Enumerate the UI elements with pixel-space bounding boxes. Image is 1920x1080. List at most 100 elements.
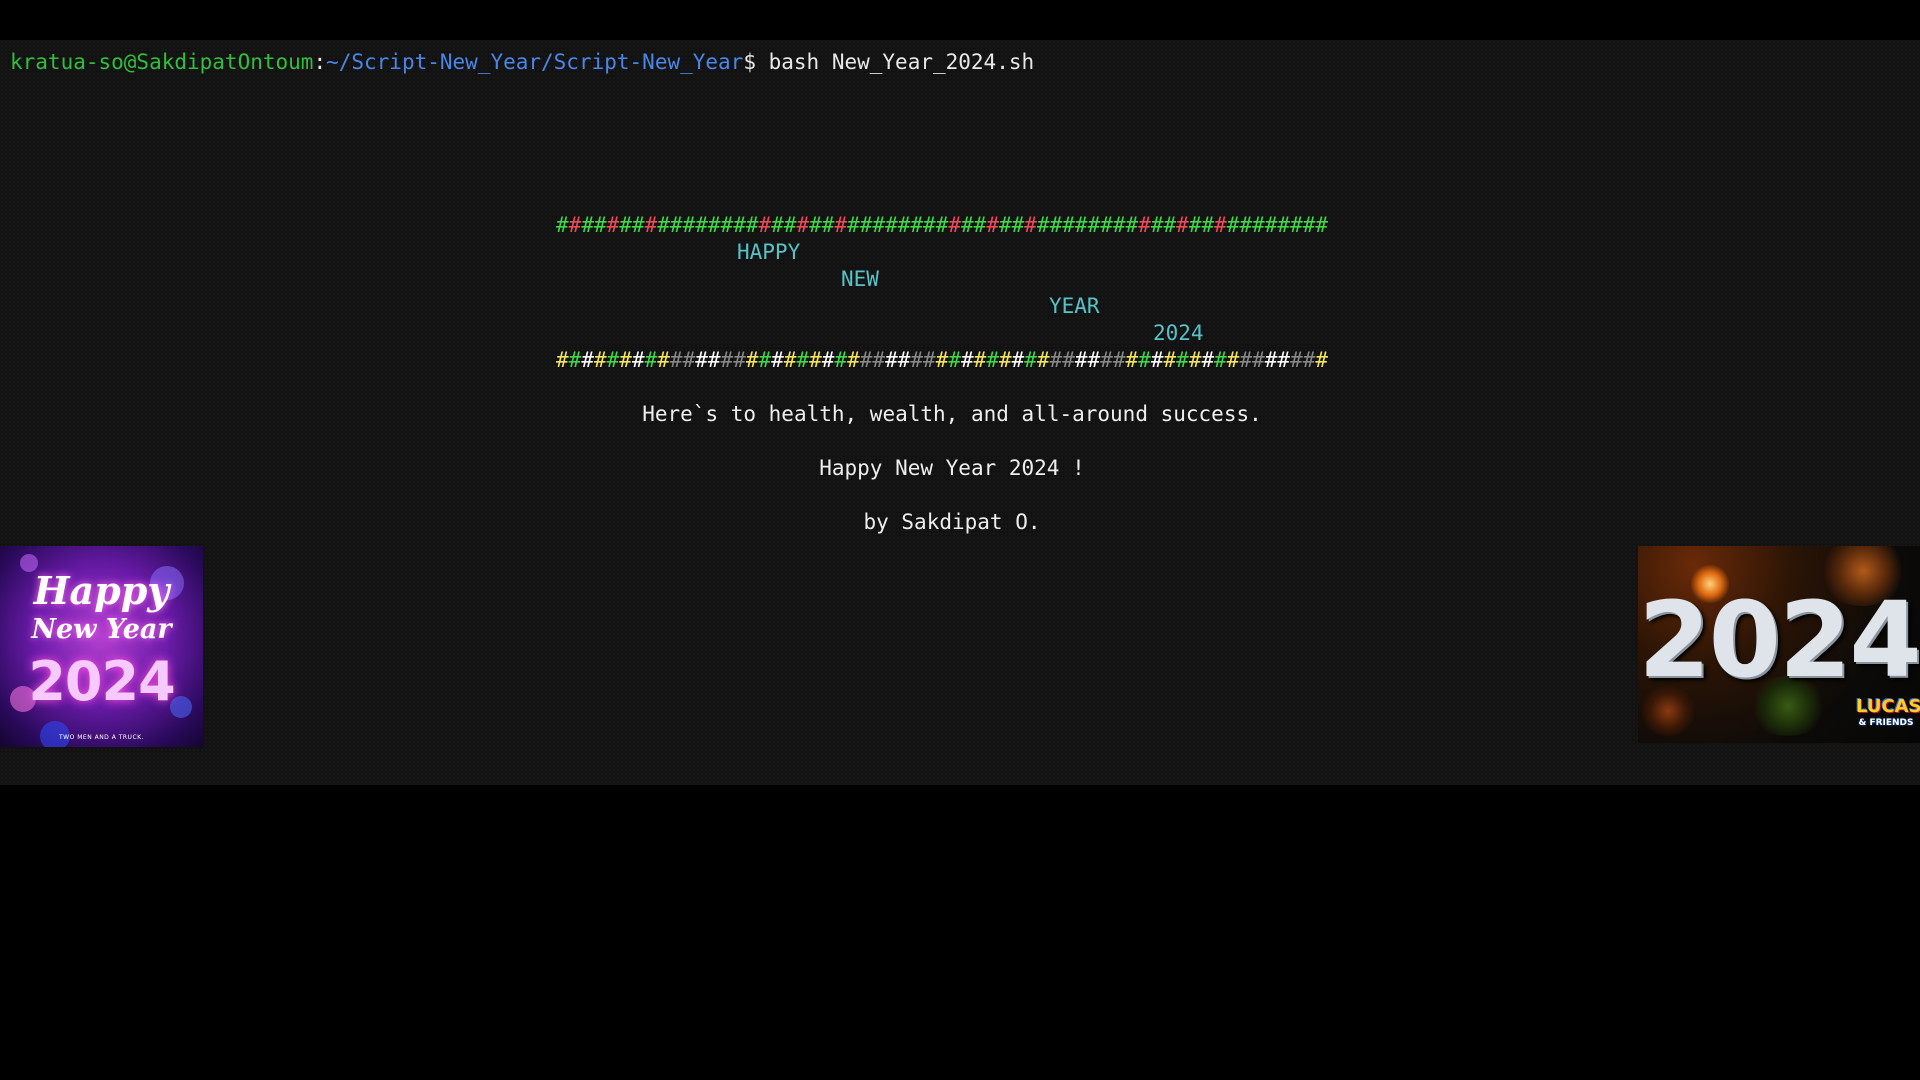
banner-hash-char: #	[783, 213, 797, 237]
banner-hash-char: #	[606, 213, 620, 237]
banner-hash-char: #	[1277, 348, 1291, 372]
banner-hash-char: #	[910, 348, 924, 372]
banner-hash-char: #	[973, 348, 987, 372]
banner-hash-char: #	[859, 348, 873, 372]
banner-hash-char: #	[973, 213, 987, 237]
banner-hash-char: #	[1302, 348, 1316, 372]
banner-hash-char: #	[1049, 213, 1063, 237]
banner-hash-char: #	[568, 348, 582, 372]
banner-hash-char: #	[923, 213, 936, 237]
banner-hash-char: #	[796, 213, 810, 237]
banner-hash-char: #	[1112, 348, 1126, 372]
banner-hash-char: #	[1138, 348, 1151, 372]
banner-hash-char: #	[1264, 348, 1278, 372]
banner-hash-char: #	[644, 348, 658, 372]
banner-hash-char: #	[1214, 213, 1227, 237]
banner-word-new: NEW	[841, 267, 879, 291]
banner-hash-char: #	[1315, 213, 1329, 237]
card-left-subtitle: New Year	[31, 614, 172, 645]
banner-hash-char: #	[720, 348, 734, 372]
banner-hash-char: #	[935, 348, 949, 372]
banner-word-year: YEAR	[1049, 294, 1100, 318]
banner-hash-char: #	[1315, 348, 1329, 372]
banner-hash-char: #	[1112, 213, 1126, 237]
banner-hash-char: #	[961, 348, 974, 372]
banner-hash-char: #	[1150, 348, 1164, 372]
banner-hash-char: #	[657, 213, 670, 237]
banner-hash-char: #	[1125, 213, 1139, 237]
banner-hash-char: #	[1176, 348, 1189, 372]
banner-hash-char: #	[1302, 213, 1316, 237]
card-left-title: Happy	[33, 568, 170, 613]
banner-hash-char: #	[1290, 213, 1303, 237]
banner-hash-char: #	[986, 213, 999, 237]
banner-hash-char: #	[821, 213, 835, 237]
banner-hash-char: #	[1264, 213, 1278, 237]
banner-hash-char: #	[897, 213, 911, 237]
banner-hash-char: #	[809, 213, 822, 237]
fireworks-2024-image: 2024 LUCAS & FRIENDS	[1638, 546, 1920, 743]
banner-hash-char: #	[859, 213, 873, 237]
banner-hash-char: #	[581, 348, 594, 372]
banner-hash-char: #	[695, 213, 708, 237]
banner-hash-char: #	[1188, 348, 1202, 372]
prompt-user-host: kratua-so@SakdipatOntoum	[10, 50, 314, 74]
banner-hash-char: #	[707, 348, 721, 372]
message-wish: Here`s to health, wealth, and all-around…	[642, 402, 1262, 426]
banner-hash-top: ########################################…	[556, 212, 1328, 239]
banner-hash-char: #	[910, 213, 924, 237]
card-left-year: 2024	[28, 650, 175, 713]
banner-hash-char: #	[657, 348, 670, 372]
banner-hash-char: #	[1239, 213, 1253, 237]
prompt-dollar: $	[743, 50, 756, 74]
banner-hash-char: #	[986, 348, 999, 372]
banner-hash-char: #	[809, 348, 822, 372]
banner-hash-char: #	[847, 348, 860, 372]
banner-hash-char: #	[1201, 213, 1215, 237]
banner-hash-char: #	[1074, 348, 1088, 372]
banner-hash-char: #	[935, 213, 949, 237]
message-author: by Sakdipat O.	[863, 510, 1041, 534]
banner-hash-char: #	[631, 348, 645, 372]
prompt-separator: :	[313, 50, 327, 74]
lucas-friends-logo-sub: & FRIENDS	[1858, 718, 1914, 728]
banner-hash-char: #	[1252, 213, 1265, 237]
happy-new-year-card-image: Happy New Year 2024 TWO MEN AND A TRUCK.	[0, 546, 203, 747]
card-right-year: 2024	[1638, 579, 1920, 701]
banner-hash-char: #	[1252, 348, 1265, 372]
banner-hash-char: #	[885, 348, 898, 372]
banner-hash-char: #	[695, 348, 708, 372]
banner-hash-char: #	[771, 213, 784, 237]
banner-hash-char: #	[1011, 213, 1025, 237]
banner-hash-char: #	[1214, 348, 1227, 372]
banner-hash-char: #	[821, 348, 835, 372]
banner-hash-char: #	[1125, 348, 1139, 372]
banner-hash-char: #	[1024, 213, 1037, 237]
banner-hash-char: #	[1290, 348, 1303, 372]
banner-hash-char: #	[733, 213, 746, 237]
lucas-friends-logo: LUCAS	[1856, 696, 1920, 717]
banner-hash-char: #	[669, 213, 683, 237]
banner-hash-char: #	[1163, 348, 1177, 372]
banner-hash-char: #	[1226, 213, 1240, 237]
banner-hash-char: #	[1074, 213, 1088, 237]
banner-hash-bottom: ########################################…	[556, 347, 1328, 374]
banner-hash-char: #	[1201, 348, 1215, 372]
banner-hash-char: #	[1087, 213, 1101, 237]
banner-hash-char: #	[745, 213, 759, 237]
banner-hash-char: #	[758, 348, 772, 372]
banner-hash-char: #	[619, 348, 632, 372]
banner-hash-char: #	[872, 213, 886, 237]
banner-hash-char: #	[771, 348, 784, 372]
banner-hash-char: #	[1277, 213, 1291, 237]
banner-hash-char: #	[897, 348, 911, 372]
banner-hash-char: #	[707, 213, 721, 237]
banner-hash-char: #	[631, 213, 645, 237]
banner-hash-char: #	[948, 348, 961, 372]
banner-hash-char: #	[1163, 213, 1177, 237]
banner-hash-char: #	[733, 348, 746, 372]
banner-hash-char: #	[1100, 348, 1113, 372]
banner-hash-char: #	[1176, 213, 1189, 237]
banner-hash-char: #	[1062, 213, 1075, 237]
terminal-window[interactable]: kratua-so@SakdipatOntoum:~/Script-New_Ye…	[0, 40, 1920, 785]
